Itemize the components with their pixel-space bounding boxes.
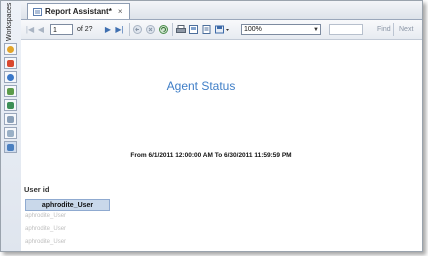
previous-page-button[interactable]: ◀ bbox=[36, 23, 46, 36]
report-title: Agent Status bbox=[166, 79, 236, 93]
stop-icon[interactable] bbox=[145, 23, 156, 36]
tab-close-icon[interactable]: × bbox=[118, 7, 123, 16]
last-page-button[interactable]: ▶| bbox=[114, 23, 125, 36]
find-input[interactable] bbox=[329, 24, 363, 35]
print-layout-icon[interactable] bbox=[188, 23, 199, 36]
report-doc-icon bbox=[33, 7, 42, 16]
selected-user-cell[interactable]: aphrodite_User bbox=[25, 199, 110, 211]
workspaces-rail: Workspaces bbox=[1, 1, 22, 251]
find-button[interactable]: Find bbox=[377, 24, 391, 35]
workspace-help-icon[interactable] bbox=[4, 71, 17, 83]
zoom-select[interactable]: 100% ▼ bbox=[241, 24, 321, 35]
page-setup-icon[interactable] bbox=[201, 23, 212, 36]
find-next-button[interactable]: Next bbox=[399, 24, 413, 35]
page-count-label: of 2? bbox=[77, 26, 93, 33]
tab-bar: Report Assistant* × bbox=[21, 1, 422, 20]
tab-label: Report Assistant* bbox=[45, 7, 112, 16]
tab-report-assistant[interactable]: Report Assistant* × bbox=[27, 3, 130, 19]
workspace-graph-icon[interactable] bbox=[4, 85, 17, 97]
workspace-globe-icon[interactable] bbox=[4, 43, 17, 55]
back-icon[interactable] bbox=[132, 23, 143, 36]
export-icon[interactable] bbox=[214, 23, 230, 36]
workspaces-label: Workspaces bbox=[6, 2, 13, 41]
first-page-button[interactable]: |◀ bbox=[25, 23, 35, 36]
user-row[interactable]: aphrodite_User bbox=[25, 213, 66, 219]
report-toolbar: |◀ ◀ 1 of 2? ▶ ▶| 100% ▼ Find Next bbox=[21, 20, 422, 40]
user-row[interactable]: aphrodite_User bbox=[25, 239, 66, 245]
workspace-tools-icon[interactable] bbox=[4, 99, 17, 111]
report-canvas: Agent Status From 6/1/2011 12:00:00 AM T… bbox=[21, 40, 422, 251]
zoom-value: 100% bbox=[244, 26, 262, 33]
user-id-column-header: User id bbox=[24, 185, 50, 194]
workspace-chart-icon[interactable] bbox=[4, 57, 17, 69]
user-row[interactable]: aphrodite_User bbox=[25, 226, 66, 232]
workspace-list-icon[interactable] bbox=[4, 127, 17, 139]
next-page-button[interactable]: ▶ bbox=[103, 23, 113, 36]
report-date-range: From 6/1/2011 12:00:00 AM To 6/30/2011 1… bbox=[130, 152, 292, 159]
workspace-table-icon[interactable] bbox=[4, 113, 17, 125]
print-icon[interactable] bbox=[175, 23, 186, 36]
page-number-input[interactable]: 1 bbox=[50, 24, 73, 35]
chevron-down-icon[interactable]: ▼ bbox=[313, 25, 319, 35]
workspace-report-icon[interactable] bbox=[4, 141, 17, 153]
refresh-icon[interactable] bbox=[158, 23, 169, 36]
report-window: Workspaces Report Assistant* × |◀ ◀ 1 of… bbox=[0, 0, 423, 252]
